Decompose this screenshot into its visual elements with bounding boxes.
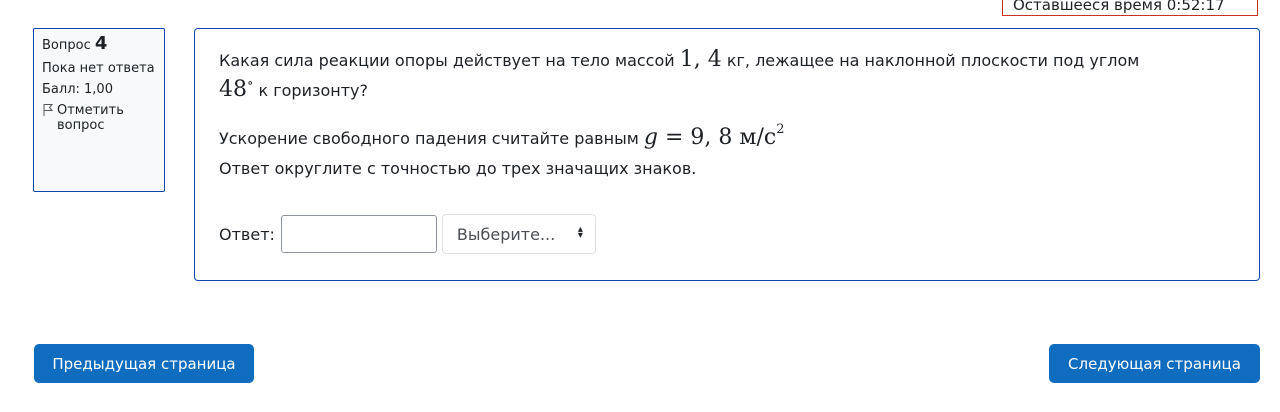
time-remaining-text: Оставшееся время 0:52:17 <box>1013 0 1225 14</box>
question-text-line-2: 48∘ к горизонту? <box>219 72 1235 103</box>
question-word: Вопрос <box>42 38 91 53</box>
g-unit: м/с <box>739 125 777 150</box>
updown-arrows-icon: ▴ ▾ <box>577 224 583 241</box>
question-text-part: Какая сила реакции опоры действует на те… <box>219 51 680 70</box>
question-content: Какая сила реакции опоры действует на те… <box>194 28 1260 281</box>
question-text-part: к горизонту? <box>253 81 368 100</box>
answer-row: Ответ: Выберите... ▴ ▾ <box>219 214 596 254</box>
unit-select[interactable]: Выберите... ▴ ▾ <box>441 214 596 254</box>
gravity-text: Ускорение свободного падения считайте ра… <box>219 129 644 148</box>
angle-value: 48 <box>219 77 247 102</box>
question-number-line: Вопрос 4 <box>42 33 158 54</box>
time-remaining: Оставшееся время 0:52:17 <box>1002 0 1258 16</box>
unit-select-value: Выберите... <box>456 224 556 244</box>
flag-icon <box>43 104 54 116</box>
g-symbol: g <box>643 125 658 150</box>
question-info-panel: Вопрос 4 Пока нет ответа Балл: 1,00 Отме… <box>33 28 165 192</box>
question-text-part: кг, лежащее на наклонной плоскости под у… <box>721 51 1140 70</box>
previous-page-button[interactable]: Предыдущая страница <box>34 344 254 383</box>
g-power: 2 <box>776 122 785 137</box>
previous-page-label: Предыдущая страница <box>52 354 236 373</box>
g-equals: = 9, 8 <box>657 125 740 150</box>
gravity-line: Ускорение свободного падения считайте ра… <box>219 117 1235 152</box>
flag-question-label[interactable]: Отметить вопрос <box>57 103 158 133</box>
rounding-instruction: Ответ округлите с точностью до трех знач… <box>219 159 697 178</box>
question-state: Пока нет ответа <box>42 61 155 76</box>
next-page-button[interactable]: Следующая страница <box>1049 344 1260 383</box>
flag-question-link[interactable]: Отметить вопрос <box>42 103 158 133</box>
answer-label: Ответ: <box>219 224 275 244</box>
next-page-label: Следующая страница <box>1068 354 1241 373</box>
mass-value: 1, 4 <box>679 47 722 72</box>
question-number: 4 <box>94 33 108 54</box>
question-grade: Балл: 1,00 <box>42 82 113 97</box>
question-text-line-1: Какая сила реакции опоры действует на те… <box>219 47 1235 74</box>
answer-input[interactable] <box>280 215 437 253</box>
